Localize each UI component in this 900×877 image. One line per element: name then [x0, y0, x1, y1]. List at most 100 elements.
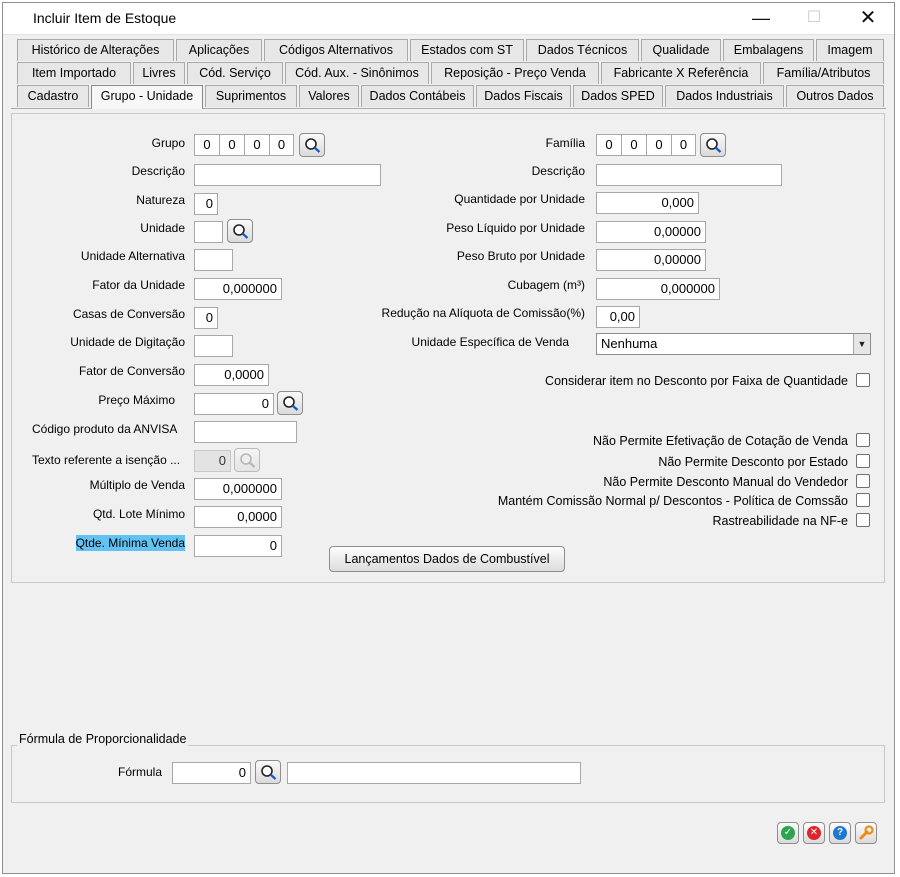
formula-search-button[interactable]	[255, 760, 281, 784]
texto-isencao-field: 0	[194, 450, 231, 472]
tab-cadastro[interactable]: Cadastro	[17, 85, 89, 107]
preco-maximo-field[interactable]: 0	[194, 393, 274, 415]
grupo-input[interactable]: 0 0 0 0	[194, 134, 294, 156]
multiplo-venda-label: Múltiplo de Venda	[89, 478, 185, 492]
casas-conversao-label: Casas de Conversão	[72, 307, 185, 321]
casas-conversao-field[interactable]: 0	[194, 307, 218, 329]
cubagem-field[interactable]: 0,000000	[596, 278, 720, 300]
help-button[interactable]: ?	[829, 822, 851, 844]
comissao-normal-label: Mantém Comissão Normal p/ Descontos - Po…	[497, 494, 848, 508]
qtde-minima-venda-label: Qtde. Mínima Venda	[75, 535, 185, 551]
tab-outros-dados[interactable]: Outros Dados	[786, 85, 884, 107]
tab-dados-fiscais[interactable]: Dados Fiscais	[476, 85, 571, 107]
efetivacao-cotacao-label: Não Permite Efetivação de Cotação de Ven…	[592, 434, 848, 448]
familia-segment-1: 0	[597, 135, 622, 155]
dropdown-arrow-icon[interactable]: ▼	[853, 334, 870, 354]
preco-maximo-label: Preço Máximo	[98, 393, 175, 407]
tab-dados-tecnicos[interactable]: Dados Técnicos	[526, 39, 639, 61]
descricao-grupo-field[interactable]	[194, 164, 381, 186]
tab-grupo-unidade[interactable]: Grupo - Unidade	[91, 85, 203, 109]
tab-valores[interactable]: Valores	[299, 85, 359, 107]
peso-bruto-field[interactable]: 0,00000	[596, 249, 706, 271]
familia-label: Família	[545, 136, 585, 150]
desconto-faixa-label: Considerar item no Desconto por Faixa de…	[545, 374, 848, 388]
unidade-search-button[interactable]	[227, 219, 253, 243]
qtde-minima-venda-field[interactable]: 0	[194, 535, 282, 557]
desconto-manual-checkbox[interactable]	[856, 474, 870, 488]
reducao-comissao-label: Redução na Alíquota de Comissão(%)	[381, 306, 585, 320]
unidade-alternativa-field[interactable]	[194, 249, 233, 271]
desconto-faixa-checkbox[interactable]	[856, 373, 870, 387]
reducao-comissao-field[interactable]: 0,00	[596, 306, 640, 328]
efetivacao-cotacao-checkbox[interactable]	[856, 433, 870, 447]
unidade-label: Unidade	[140, 221, 185, 235]
descricao-familia-field[interactable]	[596, 164, 782, 186]
quantidade-unidade-field[interactable]: 0,000	[596, 192, 699, 214]
unidade-especifica-select[interactable]: Nenhuma ▼	[596, 333, 871, 355]
tab-dados-industriais[interactable]: Dados Industriais	[665, 85, 784, 107]
search-icon	[261, 765, 277, 780]
fator-unidade-field[interactable]: 0,000000	[194, 278, 282, 300]
familia-input[interactable]: 0 0 0 0	[596, 134, 696, 156]
close-icon[interactable]: ✕	[853, 7, 883, 31]
tab-aplicacoes[interactable]: Aplicações	[176, 39, 262, 61]
tab-livres[interactable]: Livres	[133, 62, 185, 84]
grupo-segment-4: 0	[277, 137, 286, 152]
natureza-label: Natureza	[136, 193, 185, 207]
grupo-label: Grupo	[151, 136, 185, 150]
tab-familia-atributos[interactable]: Família/Atributos	[763, 62, 884, 84]
cancel-icon: ✕	[807, 826, 821, 840]
unidade-field[interactable]	[194, 221, 223, 243]
confirm-button[interactable]: ✓	[777, 822, 799, 844]
fator-conversao-field[interactable]: 0,0000	[194, 364, 269, 386]
unidade-digitacao-field[interactable]	[194, 335, 233, 357]
tab-item-importado[interactable]: Item Importado	[17, 62, 131, 84]
tab-dados-sped[interactable]: Dados SPED	[573, 85, 663, 107]
formula-label: Fórmula	[117, 765, 162, 779]
tab-imagem[interactable]: Imagem	[816, 39, 884, 61]
peso-liquido-field[interactable]: 0,00000	[596, 221, 706, 243]
preco-maximo-search-button[interactable]	[277, 391, 303, 415]
lancamentos-combustivel-button[interactable]: Lançamentos Dados de Combustível	[329, 546, 565, 572]
multiplo-venda-field[interactable]: 0,000000	[194, 478, 282, 500]
title-bar: Incluir Item de Estoque — ☐ ✕	[3, 3, 894, 35]
desconto-manual-label: Não Permite Desconto Manual do Vendedor	[603, 475, 848, 489]
familia-segment-4: 0	[679, 137, 688, 152]
tools-button[interactable]	[855, 822, 877, 844]
familia-search-button[interactable]	[700, 133, 726, 157]
tab-historico-alteracoes[interactable]: Histórico de Alterações	[17, 39, 174, 61]
tab-cod-aux-sinonimos[interactable]: Cód. Aux. - Sinônimos	[285, 62, 429, 84]
grupo-search-button[interactable]	[299, 133, 325, 157]
tab-reposicao-preco-venda[interactable]: Reposição - Preço Venda	[431, 62, 599, 84]
rastreabilidade-checkbox[interactable]	[856, 513, 870, 527]
formula-description-field[interactable]	[287, 762, 581, 784]
unidade-digitacao-label: Unidade de Digitação	[70, 335, 185, 349]
qtd-lote-minimo-field[interactable]: 0,0000	[194, 506, 282, 528]
grupo-segment-3: 0	[245, 135, 270, 155]
desconto-estado-checkbox[interactable]	[856, 454, 870, 468]
formula-group-title: Fórmula de Proporcionalidade	[17, 732, 189, 746]
formula-code-field[interactable]: 0	[172, 762, 251, 784]
comissao-normal-checkbox[interactable]	[856, 493, 870, 507]
tab-dados-contabeis[interactable]: Dados Contábeis	[361, 85, 474, 107]
tab-fabricante-referencia[interactable]: Fabricante X Referência	[601, 62, 761, 84]
familia-segment-3: 0	[647, 135, 672, 155]
tab-qualidade[interactable]: Qualidade	[641, 39, 721, 61]
codigo-anvisa-field[interactable]	[194, 421, 297, 443]
maximize-icon[interactable]: ☐	[799, 7, 829, 31]
unidade-especifica-value: Nenhuma	[601, 336, 658, 351]
rastreabilidade-label: Rastreabilidade na NF-e	[712, 514, 849, 528]
minimize-icon[interactable]: —	[746, 7, 776, 31]
texto-isencao-search-button	[234, 448, 260, 472]
tab-cod-servico[interactable]: Cód. Serviço	[187, 62, 283, 84]
tab-suprimentos[interactable]: Suprimentos	[205, 85, 297, 107]
quantidade-unidade-label: Quantidade por Unidade	[454, 192, 585, 206]
tab-estados-st[interactable]: Estados com ST	[410, 39, 524, 61]
grupo-segment-2: 0	[220, 135, 245, 155]
cancel-button[interactable]: ✕	[803, 822, 825, 844]
wrench-icon	[859, 825, 874, 840]
tab-codigos-alternativos[interactable]: Códigos Alternativos	[264, 39, 408, 61]
natureza-field[interactable]: 0	[194, 193, 218, 215]
tab-embalagens[interactable]: Embalagens	[723, 39, 814, 61]
search-icon	[706, 138, 722, 153]
